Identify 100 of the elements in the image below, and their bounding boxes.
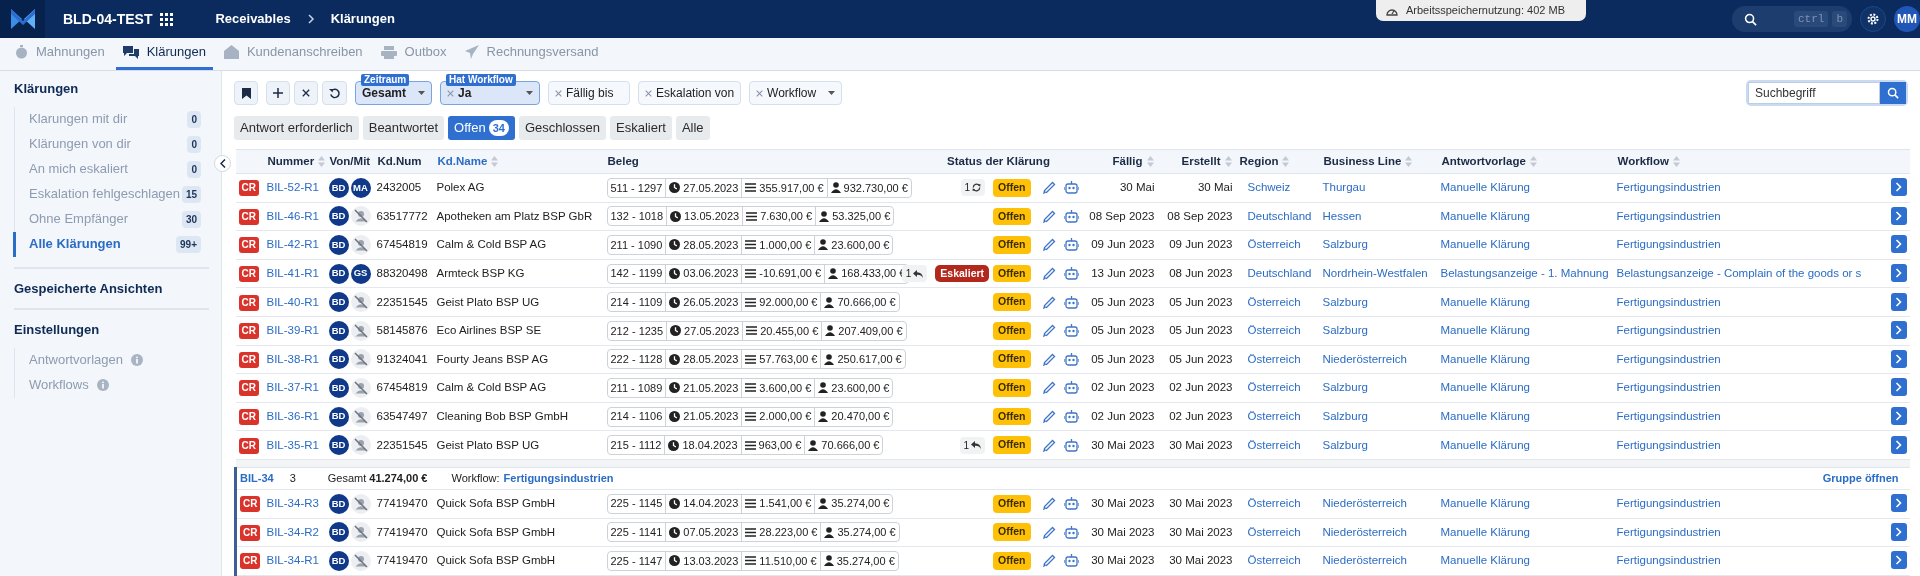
pencil-icon[interactable] [1042, 267, 1056, 281]
open-button[interactable] [1890, 378, 1907, 397]
open-button[interactable] [1890, 551, 1907, 570]
number-link[interactable]: BIL-34-R1 [266, 554, 319, 567]
open-button[interactable] [1890, 263, 1907, 282]
open-button[interactable] [1890, 178, 1907, 197]
sidebar-item[interactable]: Klarungen mit dir 0 [13, 106, 207, 132]
workflow-link[interactable]: Fertigungsindustrien [1616, 181, 1721, 194]
robot-icon[interactable] [1063, 238, 1079, 252]
workflow-link[interactable]: Fertigungsindustrien [1616, 554, 1721, 567]
pencil-icon[interactable] [1042, 554, 1056, 568]
business-line-link[interactable]: Niederösterreich [1322, 352, 1407, 365]
robot-icon[interactable] [1063, 209, 1079, 223]
region-link[interactable]: Österreich [1247, 324, 1301, 337]
open-button[interactable] [1890, 292, 1907, 311]
sidebar-item[interactable]: Eskalation fehlgeschlagen 15 [13, 181, 207, 207]
antwortvorlage-link[interactable]: Manuelle Klärung [1440, 352, 1530, 365]
antwortvorlage-link[interactable]: Manuelle Klärung [1440, 381, 1530, 394]
number-link[interactable]: BIL-36-R1 [266, 409, 319, 422]
business-line-link[interactable]: Hessen [1322, 209, 1362, 222]
settings-button[interactable] [1860, 6, 1886, 32]
region-link[interactable]: Österreich [1247, 497, 1301, 510]
number-link[interactable]: BIL-40-R1 [266, 295, 319, 308]
robot-icon[interactable] [1063, 352, 1079, 366]
robot-icon[interactable] [1063, 410, 1079, 424]
number-link[interactable]: BIL-38-R1 [266, 352, 319, 365]
open-button[interactable] [1890, 349, 1907, 368]
sidebar-item[interactable]: Klärungen von dir 0 [13, 131, 207, 157]
workflow-link[interactable]: Fertigungsindustrien [1616, 409, 1721, 422]
workflow-link[interactable]: Belastungsanzeige - Complain of the goods or s [1616, 266, 1862, 279]
pencil-icon[interactable] [1042, 497, 1056, 511]
number-link[interactable]: BIL-37-R1 [266, 381, 319, 394]
reset-button[interactable] [322, 81, 347, 105]
search-button[interactable]: ctrl b [1732, 6, 1852, 32]
filter-button[interactable]: Geschlossen [518, 116, 607, 140]
region-link[interactable]: Österreich [1247, 238, 1301, 251]
breadcrumb-link[interactable]: Receivables [215, 9, 291, 29]
antwortvorlage-link[interactable]: Manuelle Klärung [1440, 497, 1530, 510]
antwortvorlage-link[interactable]: Manuelle Klärung [1440, 181, 1530, 194]
region-link[interactable]: Österreich [1247, 352, 1301, 365]
open-group-link[interactable]: Gruppe öffnen [1822, 470, 1899, 487]
robot-icon[interactable] [1063, 181, 1079, 195]
open-button[interactable] [1890, 522, 1907, 541]
workflow-link[interactable]: Fertigungsindustrien [503, 470, 614, 487]
breadcrumb-link[interactable]: Klärungen [330, 9, 395, 29]
filter-button[interactable]: Antwort erforderlich [234, 116, 359, 140]
region-link[interactable]: Österreich [1247, 295, 1301, 308]
antwortvorlage-link[interactable]: Manuelle Klärung [1440, 209, 1530, 222]
business-line-link[interactable]: Salzburg [1322, 295, 1368, 308]
region-link[interactable]: Österreich [1247, 525, 1301, 538]
workflow-link[interactable]: Fertigungsindustrien [1616, 209, 1721, 222]
sidebar-item[interactable]: An mich eskaliert 0 [13, 156, 207, 182]
region-link[interactable]: Österreich [1247, 554, 1301, 567]
open-button[interactable] [1890, 321, 1907, 340]
robot-icon[interactable] [1063, 324, 1079, 338]
pencil-icon[interactable] [1042, 238, 1056, 252]
region-link[interactable]: Österreich [1247, 409, 1301, 422]
filter-button[interactable]: Alle [675, 116, 710, 140]
filter-button[interactable]: Eskaliert [610, 116, 672, 140]
robot-icon[interactable] [1063, 295, 1079, 309]
number-link[interactable]: BIL-34-R3 [266, 497, 319, 510]
nav-tab[interactable]: Outbox [373, 37, 454, 70]
workflow-link[interactable]: Fertigungsindustrien [1616, 238, 1721, 251]
business-line-link[interactable]: Salzburg [1322, 381, 1368, 394]
antwortvorlage-link[interactable]: Manuelle Klärung [1440, 324, 1530, 337]
pencil-icon[interactable] [1042, 352, 1056, 366]
pencil-icon[interactable] [1042, 410, 1056, 424]
antwortvorlage-link[interactable]: Manuelle Klärung [1440, 438, 1530, 451]
filter-button[interactable]: Beantwortet [362, 116, 445, 140]
search-button[interactable] [1880, 82, 1906, 104]
group-link[interactable]: BIL-34 [240, 470, 274, 487]
workflow-link[interactable]: Fertigungsindustrien [1616, 497, 1721, 510]
pencil-icon[interactable] [1042, 438, 1056, 452]
robot-icon[interactable] [1063, 267, 1079, 281]
antwortvorlage-link[interactable]: Manuelle Klärung [1440, 238, 1530, 251]
region-link[interactable]: Deutschland [1247, 266, 1312, 279]
nav-tab[interactable]: Kundenanschreiben [216, 37, 370, 70]
sidebar-heading[interactable]: Gespeicherte Ansichten [14, 278, 209, 298]
open-button[interactable] [1890, 406, 1907, 425]
workflow-link[interactable]: Fertigungsindustrien [1616, 352, 1721, 365]
robot-icon[interactable] [1063, 554, 1079, 568]
antwortvorlage-link[interactable]: Manuelle Klärung [1440, 295, 1530, 308]
antwortvorlage-link[interactable]: Belastungsanzeige - 1. Mahnung [1440, 266, 1609, 279]
clear-button[interactable] [294, 81, 318, 105]
region-link[interactable]: Österreich [1247, 381, 1301, 394]
workflow-link[interactable]: Fertigungsindustrien [1616, 381, 1721, 394]
search-field[interactable]: Suchbegriff [1748, 82, 1880, 104]
workflow-link[interactable]: Fertigungsindustrien [1616, 324, 1721, 337]
pencil-icon[interactable] [1042, 209, 1056, 223]
sidebar-item[interactable]: Alle Klärungen 99+ [13, 231, 207, 257]
antwortvorlage-link[interactable]: Manuelle Klärung [1440, 525, 1530, 538]
open-button[interactable] [1890, 235, 1907, 254]
pencil-icon[interactable] [1042, 324, 1056, 338]
add-button[interactable] [266, 81, 290, 105]
pencil-icon[interactable] [1042, 295, 1056, 309]
user-avatar[interactable]: MM [1894, 6, 1920, 32]
number-link[interactable]: BIL-35-R1 [266, 438, 319, 451]
workflow-link[interactable]: Fertigungsindustrien [1616, 438, 1721, 451]
number-link[interactable]: BIL-39-R1 [266, 324, 319, 337]
column-header[interactable]: Workflow [1617, 152, 1681, 171]
